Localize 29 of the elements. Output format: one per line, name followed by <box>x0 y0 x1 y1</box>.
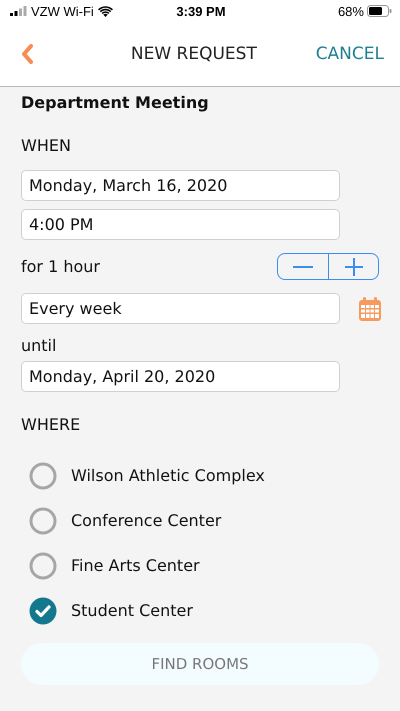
section-label: WHEN <box>21 136 72 156</box>
duration-text: for 1 hour <box>21 257 100 276</box>
option-label[interactable]: Student Center <box>71 601 193 620</box>
radio-button[interactable] <box>29 552 57 580</box>
signal-icon <box>10 6 27 16</box>
section-label: WHERE <box>21 415 82 435</box>
time-field[interactable]: 4:00 PM <box>21 209 340 240</box>
end-date-field[interactable]: Monday, April 20, 2020 <box>21 361 340 392</box>
calendar-icon[interactable] <box>358 296 382 322</box>
plus-icon <box>344 258 362 276</box>
repeat-field[interactable]: Every week <box>21 293 340 324</box>
option-label[interactable]: Conference Center <box>71 511 222 530</box>
battery-percent: 68% <box>338 4 364 18</box>
until-label: until <box>21 336 58 355</box>
radio-button[interactable] <box>29 462 57 490</box>
option-label[interactable]: Fine Arts Center <box>71 556 200 575</box>
clock-text: 3:39 PM <box>175 4 227 18</box>
option-label[interactable]: Wilson Athletic Complex <box>71 466 265 485</box>
carrier-text: VZW Wi-Fi <box>31 4 94 18</box>
radio-button[interactable] <box>29 506 57 534</box>
event-title: Department Meeting <box>21 93 210 113</box>
battery-icon <box>366 5 392 17</box>
cancel-button[interactable]: CANCEL <box>316 44 384 64</box>
checked-radio[interactable] <box>29 596 57 624</box>
minus-icon <box>293 266 313 268</box>
screen-title: NEW REQUEST <box>130 44 258 64</box>
back-icon[interactable] <box>20 43 34 65</box>
wifi-icon <box>98 6 113 16</box>
date-field[interactable]: Monday, March 16, 2020 <box>21 170 340 201</box>
